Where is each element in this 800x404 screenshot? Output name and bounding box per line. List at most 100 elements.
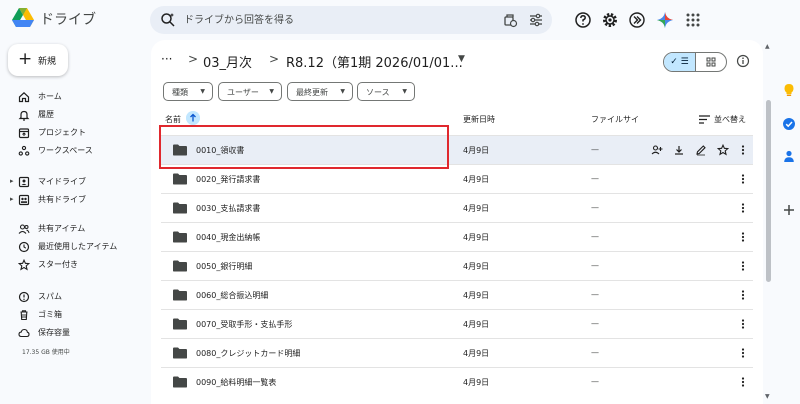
- folder-icon: [173, 202, 187, 214]
- nav-item-spam[interactable]: スパム: [0, 288, 150, 306]
- more-actions-icon[interactable]: [737, 144, 749, 156]
- apps-script-icon[interactable]: [628, 11, 646, 29]
- apps-grid-icon[interactable]: [684, 11, 702, 29]
- chevron-down-icon: ▼: [340, 88, 345, 95]
- filter-label: 最終更新: [296, 88, 328, 97]
- column-header-modified[interactable]: 更新日時: [463, 114, 495, 125]
- nav-item-projects[interactable]: プロジェクト: [0, 124, 150, 142]
- file-name[interactable]: 0060_総合振込明細: [196, 290, 268, 301]
- sort-ascending-arrow-icon[interactable]: [186, 111, 200, 125]
- sort-button[interactable]: 並べ替え: [714, 114, 746, 125]
- nav-label: 最近使用したアイテム: [38, 242, 118, 251]
- breadcrumb-item[interactable]: 03_月次: [203, 52, 252, 71]
- breadcrumb-separator-icon: >: [269, 52, 280, 66]
- share-person-add-icon[interactable]: [651, 144, 663, 156]
- file-name[interactable]: 0030_支払請求書: [196, 203, 260, 214]
- keep-lightbulb-icon[interactable]: [782, 83, 796, 97]
- more-actions-icon[interactable]: [737, 289, 749, 301]
- nav-item-home[interactable]: ホーム: [0, 88, 150, 106]
- search-input[interactable]: [184, 11, 484, 29]
- sort-lines-icon[interactable]: [699, 115, 710, 124]
- breadcrumb-current-folder[interactable]: R8.12（第1期 2026/01/01...: [286, 52, 463, 71]
- nav-label: ゴミ箱: [38, 310, 62, 319]
- nav-item-recent[interactable]: 最近使用したアイテム: [0, 238, 150, 256]
- more-actions-icon[interactable]: [737, 231, 749, 243]
- rename-pencil-icon[interactable]: [695, 144, 707, 156]
- table-row[interactable]: 0060_総合振込明細 4月9日 —: [161, 280, 753, 309]
- folder-icon: [173, 289, 187, 301]
- nav-item-shared-with-me[interactable]: 共有アイテム: [0, 220, 150, 238]
- tasks-check-icon[interactable]: [782, 117, 796, 131]
- column-header-name[interactable]: 名前: [165, 114, 181, 125]
- home-icon: [18, 91, 30, 103]
- search-options-icon[interactable]: [528, 12, 544, 28]
- file-name[interactable]: 0070_受取手形・支払手形: [196, 319, 292, 330]
- spam-icon: [18, 291, 30, 303]
- info-icon[interactable]: [736, 54, 750, 68]
- search-history-icon[interactable]: [502, 12, 518, 28]
- breadcrumb-more-button[interactable]: ···: [161, 52, 172, 66]
- nav-item-my-drive[interactable]: ▸ マイドライブ: [0, 173, 150, 191]
- nav-label: マイドライブ: [38, 177, 86, 186]
- grid-view-icon: [706, 57, 716, 67]
- file-name[interactable]: 0020_発行請求書: [196, 174, 260, 185]
- drive-logo-icon[interactable]: [12, 8, 34, 28]
- nav-item-storage[interactable]: 保存容量: [0, 324, 150, 342]
- file-name[interactable]: 0090_給料明細一覧表: [196, 377, 276, 388]
- more-actions-icon[interactable]: [737, 173, 749, 185]
- file-name[interactable]: 0040_現金出納帳: [196, 232, 260, 243]
- gemini-spark-icon[interactable]: [656, 11, 674, 29]
- table-row[interactable]: 0090_給料明細一覧表 4月9日 —: [161, 367, 753, 396]
- table-row[interactable]: 0070_受取手形・支払手形 4月9日 —: [161, 309, 753, 338]
- nav-item-starred[interactable]: スター付き: [0, 256, 150, 274]
- contacts-person-icon[interactable]: [782, 149, 796, 163]
- shared-drive-icon: [18, 194, 30, 206]
- help-icon[interactable]: [574, 11, 592, 29]
- add-addon-plus-icon[interactable]: [782, 203, 796, 217]
- expand-caret-icon[interactable]: ▸: [10, 177, 14, 185]
- nav-item-trash[interactable]: ゴミ箱: [0, 306, 150, 324]
- app-name: ドライブ: [40, 12, 96, 28]
- more-actions-icon[interactable]: [737, 376, 749, 388]
- table-row[interactable]: 0050_銀行明細 4月9日 —: [161, 251, 753, 280]
- my-drive-icon: [18, 176, 30, 188]
- settings-gear-icon[interactable]: [601, 11, 619, 29]
- file-size: —: [591, 261, 599, 270]
- filter-modified-chip[interactable]: 最終更新 ▼: [287, 82, 353, 101]
- download-icon[interactable]: [673, 144, 685, 156]
- scroll-down-arrow-icon[interactable]: ▼: [765, 393, 770, 400]
- star-icon[interactable]: [717, 144, 729, 156]
- storage-usage-text: 17.35 GB 使用中: [22, 349, 70, 356]
- more-actions-icon[interactable]: [737, 260, 749, 272]
- file-modified-date: 4月9日: [463, 291, 490, 300]
- folder-menu-caret-icon[interactable]: ▼: [458, 54, 465, 64]
- nav-item-shared-drives[interactable]: ▸ 共有ドライブ: [0, 191, 150, 209]
- expand-caret-icon[interactable]: ▸: [10, 195, 14, 203]
- trash-icon: [20, 310, 28, 321]
- filter-type-chip[interactable]: 種類 ▼: [163, 82, 213, 101]
- filter-source-chip[interactable]: ソース ▼: [357, 82, 415, 101]
- filter-people-chip[interactable]: ユーザー ▼: [218, 82, 282, 101]
- file-size: —: [591, 290, 599, 299]
- more-actions-icon[interactable]: [737, 318, 749, 330]
- grid-view-button[interactable]: [696, 53, 726, 71]
- search-bar[interactable]: [150, 6, 552, 34]
- chevron-down-icon: ▼: [269, 88, 274, 95]
- scroll-up-arrow-icon[interactable]: ▲: [765, 43, 770, 50]
- highlight-annotation-box: [159, 125, 449, 169]
- nav-label: ホーム: [38, 92, 62, 101]
- column-header-size[interactable]: ファイルサイ: [591, 114, 639, 125]
- nav-item-workspaces[interactable]: ワークスペース: [0, 142, 150, 160]
- table-row[interactable]: 0030_支払請求書 4月9日 —: [161, 193, 753, 222]
- file-name[interactable]: 0080_クレジットカード明細: [196, 348, 300, 359]
- list-view-button[interactable]: ✓ ☰: [664, 53, 696, 71]
- more-actions-icon[interactable]: [737, 202, 749, 214]
- nav-item-history[interactable]: 履歴: [0, 106, 150, 124]
- table-row[interactable]: 0080_クレジットカード明細 4月9日 —: [161, 338, 753, 367]
- table-row[interactable]: 0040_現金出納帳 4月9日 —: [161, 222, 753, 251]
- more-actions-icon[interactable]: [737, 347, 749, 359]
- nav-label: 共有アイテム: [38, 224, 86, 233]
- new-button[interactable]: + 新規: [8, 44, 68, 76]
- file-name[interactable]: 0050_銀行明細: [196, 261, 252, 272]
- scrollbar-thumb[interactable]: [766, 100, 771, 282]
